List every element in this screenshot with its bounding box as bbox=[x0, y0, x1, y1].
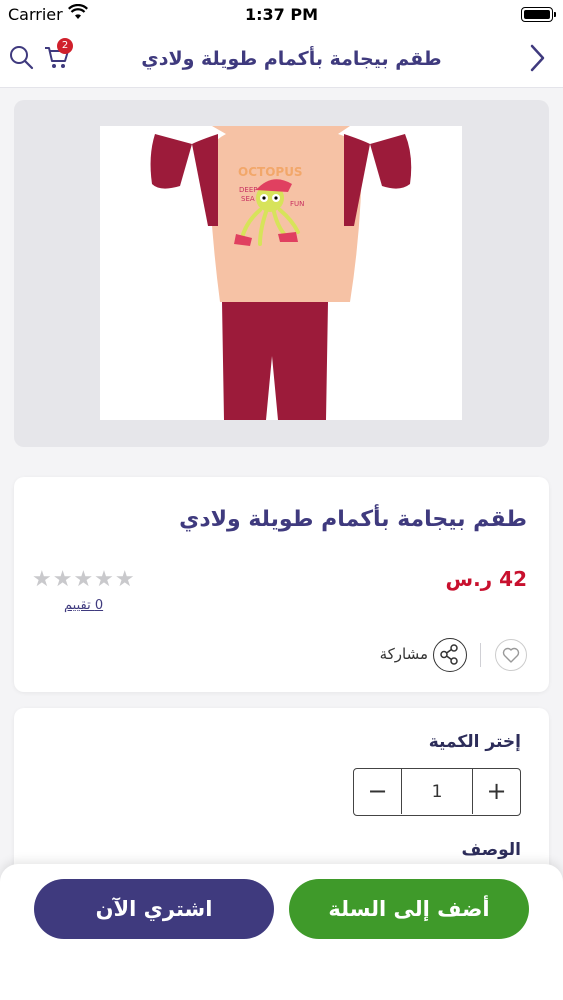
shirt-print-text: SEA bbox=[241, 195, 255, 203]
shirt-print-text: DEEP bbox=[239, 186, 257, 194]
action-bar: أضف إلى السلة اشتري الآن bbox=[0, 864, 563, 1000]
add-to-cart-button[interactable]: أضف إلى السلة bbox=[289, 879, 529, 939]
product-info-card: طقم بيجامة بأكمام طويلة ولادي 42 ر.س ★★★… bbox=[14, 477, 549, 692]
increment-button[interactable]: + bbox=[472, 769, 520, 814]
quantity-value[interactable]: 1 bbox=[402, 769, 472, 814]
quantity-stepper: + 1 − bbox=[353, 768, 521, 816]
heart-icon[interactable] bbox=[495, 639, 527, 671]
share-label[interactable]: مشاركة bbox=[380, 645, 428, 663]
product-photo[interactable]: OCTOPUS DEEP SEA FUN bbox=[100, 126, 462, 420]
buy-now-button[interactable]: اشتري الآن bbox=[34, 879, 274, 939]
product-title: طقم بيجامة بأكمام طويلة ولادي bbox=[179, 507, 527, 532]
status-bar: Carrier 1:37 PM bbox=[0, 0, 563, 30]
shirt-print-text: OCTOPUS bbox=[238, 165, 303, 179]
shirt-print-text: FUN bbox=[290, 200, 304, 208]
clock: 1:37 PM bbox=[244, 5, 318, 24]
product-price: 42 ر.س bbox=[445, 567, 527, 591]
decrement-button[interactable]: − bbox=[354, 769, 402, 814]
divider bbox=[480, 643, 481, 667]
back-chevron-icon[interactable] bbox=[519, 40, 553, 76]
page-title: طقم بيجامة بأكمام طويلة ولادي bbox=[141, 48, 442, 70]
ratings-count-link[interactable]: 0 تقييم bbox=[64, 598, 103, 613]
description-heading: الوصف bbox=[461, 840, 521, 860]
nav-bar: 2 طقم بيجامة بأكمام طويلة ولادي bbox=[0, 30, 563, 88]
search-icon[interactable] bbox=[6, 42, 36, 72]
share-icon[interactable] bbox=[433, 638, 467, 672]
quantity-label: إختر الكمية bbox=[428, 732, 521, 752]
star-rating[interactable]: ★★★★★ bbox=[32, 567, 136, 592]
battery-icon bbox=[521, 7, 556, 22]
